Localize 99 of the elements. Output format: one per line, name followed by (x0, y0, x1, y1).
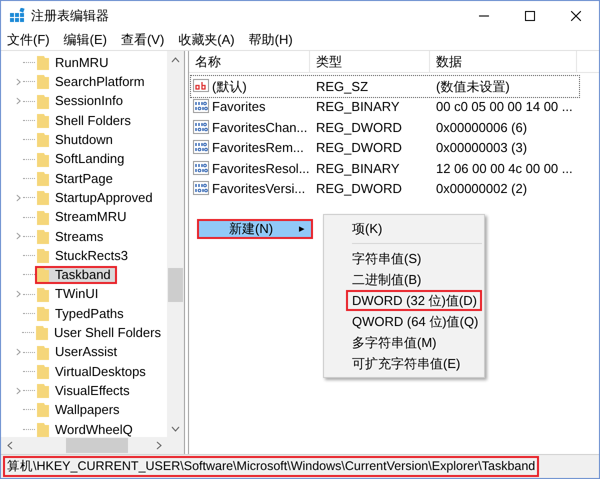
tree-item[interactable]: StuckRects3 (35, 246, 134, 265)
value-data: 12 06 00 00 4c 00 00 ... (435, 160, 574, 178)
value-row[interactable]: (默认) REG_SZ (数值未设置) (191, 76, 579, 96)
submenu-item[interactable]: 字符串值(S) (346, 248, 482, 269)
folder-icon (37, 132, 49, 148)
tree-item[interactable]: VirtualDesktops (35, 362, 152, 380)
value-type: REG_DWORD (315, 180, 403, 198)
value-data: (数值未设置) (435, 78, 511, 96)
vertical-scrollbar[interactable] (167, 51, 184, 437)
column-header[interactable]: 数据 (430, 51, 577, 72)
menu-item[interactable]: 收藏夹(A) (178, 30, 235, 50)
scrollbar-thumb[interactable] (66, 438, 128, 453)
binary-value-icon (193, 181, 209, 196)
folder-icon (37, 170, 49, 186)
folder-icon (37, 94, 49, 109)
folder-icon (37, 286, 49, 302)
folder-icon (37, 210, 49, 225)
menu-item[interactable]: 文件(F) (7, 30, 50, 50)
value-row[interactable]: FavoritesVersi... REG_DWORD 0x00000002 (2) (191, 178, 579, 199)
tree-item[interactable]: StartupApproved (35, 188, 159, 207)
tree-item[interactable]: User Shell Folders (34, 324, 167, 342)
close-icon (571, 10, 581, 20)
horizontal-scrollbar[interactable] (1, 437, 184, 454)
submenu-item[interactable]: DWORD (32 位)值(D) (346, 290, 482, 311)
value-type: REG_DWORD (315, 118, 403, 137)
tree-item[interactable]: StreamMRU (35, 208, 133, 226)
binary-value-icon (193, 140, 209, 156)
tree-item[interactable]: TypedPaths (35, 304, 130, 322)
folder-icon (37, 422, 49, 437)
value-name: FavoritesVersi... (212, 180, 306, 198)
tree-item[interactable]: Shell Folders (35, 112, 137, 130)
value-data: 0x00000002 (2) (435, 180, 528, 198)
string-value-icon (193, 78, 209, 94)
tree-item[interactable]: Streams (35, 227, 110, 246)
menu-item[interactable]: 帮助(H) (248, 30, 293, 50)
submenu-item[interactable]: 多字符串值(M) (346, 332, 482, 353)
window-title: 注册表编辑器 (31, 6, 109, 25)
tree-item[interactable]: RunMRU (35, 54, 114, 72)
tree-item[interactable]: StartPage (35, 169, 119, 188)
value-type: REG_SZ (315, 78, 370, 96)
tree-item[interactable]: SoftLanding (35, 150, 130, 168)
tree-item[interactable]: Wallpapers (35, 400, 126, 419)
tree-item[interactable]: Taskband (35, 266, 117, 284)
submenu-item[interactable]: 二进制值(B) (346, 269, 482, 290)
binary-value-icon (193, 99, 209, 114)
maximize-icon (525, 10, 535, 20)
folder-icon (37, 383, 49, 398)
scrollbar-thumb[interactable] (168, 268, 183, 302)
value-type: REG_BINARY (315, 160, 401, 178)
folder-icon (37, 248, 49, 264)
folder-icon (37, 190, 49, 206)
tree-item[interactable]: WordWheelQ (35, 420, 139, 437)
folder-icon (37, 55, 49, 70)
status-path: 算机\HKEY_CURRENT_USER\Software\Microsoft\Windows\CurrentVersion\Explorer\Taskband (3, 456, 540, 477)
scroll-up-icon[interactable] (171, 56, 180, 62)
tree-item[interactable]: TWinUI (35, 285, 104, 304)
value-name: (默认) (212, 78, 247, 96)
new-menu-item[interactable]: 新建(N) ▸ (197, 219, 313, 239)
folder-icon (37, 74, 49, 90)
folder-icon (37, 267, 49, 282)
tree-item[interactable]: SearchPlatform (35, 72, 151, 91)
folder-icon (37, 402, 49, 418)
value-name: Favorites (212, 98, 266, 116)
folder-icon (36, 325, 48, 340)
folder-icon (37, 228, 49, 244)
value-type: REG_DWORD (315, 139, 403, 157)
value-name: FavoritesResol... (212, 160, 310, 178)
submenu-item[interactable]: QWORD (64 位)值(Q) (346, 311, 482, 332)
folder-icon (37, 344, 49, 360)
value-row[interactable]: FavoritesRem... REG_DWORD 0x00000003 (3) (191, 138, 579, 158)
scroll-right-icon[interactable] (156, 441, 162, 450)
value-data: 0x00000006 (6) (435, 118, 528, 137)
column-header[interactable]: 名称 (189, 51, 310, 72)
folder-icon (37, 364, 49, 379)
value-row[interactable]: Favorites REG_BINARY 00 c0 05 00 00 14 00 ... (191, 96, 579, 117)
tree-item[interactable]: SessionInfo (35, 92, 129, 110)
folder-icon (37, 306, 49, 321)
folder-icon (37, 113, 49, 128)
scroll-left-icon[interactable] (6, 441, 12, 450)
menu-item[interactable]: 查看(V) (120, 30, 164, 50)
value-type: REG_BINARY (315, 98, 401, 116)
registry-cubes-icon (9, 8, 25, 24)
tree-item[interactable]: Shutdown (35, 130, 119, 149)
value-name: FavoritesChan... (212, 118, 308, 136)
value-data: 0x00000003 (3) (435, 139, 528, 157)
value-data: 00 c0 05 00 00 14 00 ... (435, 98, 574, 116)
tree-item[interactable]: VisualEffects (35, 382, 136, 400)
tree-item[interactable]: UserAssist (35, 343, 124, 362)
menu-item[interactable]: 编辑(E) (64, 30, 107, 50)
binary-value-icon (193, 120, 209, 135)
folder-icon (37, 152, 49, 167)
value-row[interactable]: FavoritesChan... REG_DWORD 0x00000006 (6) (191, 117, 579, 138)
column-header[interactable]: 类型 (310, 51, 430, 72)
scroll-down-icon[interactable] (171, 426, 180, 432)
submenu-item[interactable]: 项(K) (346, 218, 482, 239)
value-row[interactable]: FavoritesResol... REG_BINARY 12 06 00 00 4c 00 00 ... (191, 158, 579, 178)
submenu-item[interactable]: 可扩充字符串值(E) (346, 353, 482, 374)
binary-value-icon (193, 160, 209, 176)
value-name: FavoritesRem... (212, 139, 304, 157)
